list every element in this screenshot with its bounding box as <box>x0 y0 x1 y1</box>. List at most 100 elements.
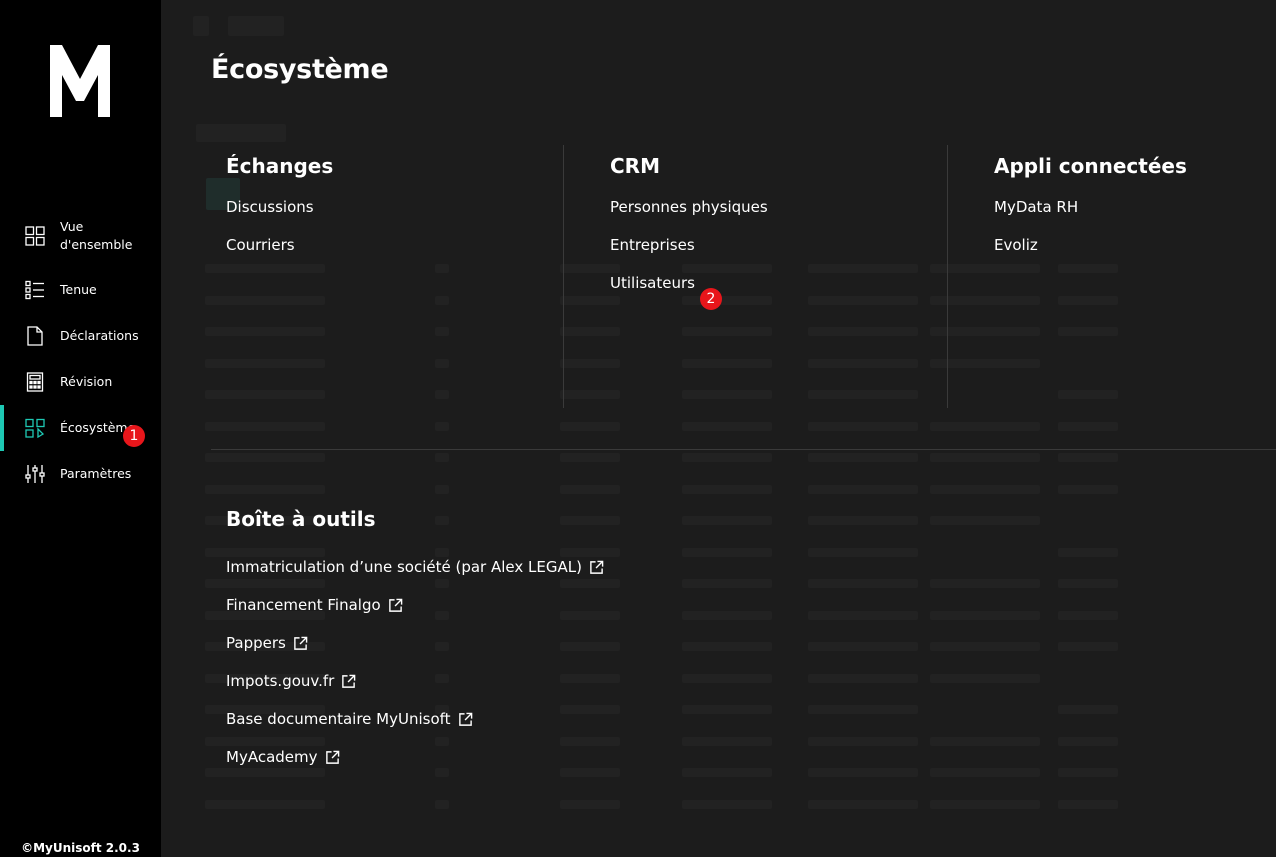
background-table-cell <box>930 736 1040 746</box>
link-entreprises[interactable]: Entreprises <box>610 226 768 264</box>
background-table-cell <box>682 799 772 809</box>
link-utilisateurs[interactable]: Utilisateurs <box>610 264 768 302</box>
toolbox-link[interactable]: MyAcademy <box>226 738 604 776</box>
background-table-cell <box>682 768 772 777</box>
myunisoft-logo[interactable] <box>50 45 110 117</box>
sidebar-item-revision[interactable]: Révision <box>0 362 161 402</box>
background-table-cell <box>808 705 918 714</box>
background-table-cell <box>682 358 772 368</box>
background-table-cell <box>205 358 325 368</box>
toolbox-link-label: Immatriculation d’une société (par Alex … <box>226 558 582 576</box>
step-marker-badge: 1 <box>123 425 145 447</box>
background-table-cell <box>682 673 772 683</box>
sidebar-item-label: Révision <box>60 374 113 389</box>
toolbox-link[interactable]: Impots.gouv.fr <box>226 662 604 700</box>
background-table-cell <box>682 610 772 620</box>
link-mydata-rh[interactable]: MyData RH <box>994 188 1187 226</box>
background-table-cell <box>682 421 772 431</box>
background-table-cell <box>808 673 918 683</box>
background-table-cell <box>808 421 918 431</box>
menu-column-crm: CRM Personnes physiques Entreprises Util… <box>610 150 768 302</box>
sidebar-item-parametres[interactable]: Paramètres <box>0 454 161 494</box>
toolbox-link-label: Pappers <box>226 634 286 652</box>
background-table-cell <box>808 642 918 651</box>
background-table-cell <box>435 390 449 399</box>
background-table-cell <box>560 327 620 336</box>
background-table-cell <box>682 390 772 399</box>
background-table-cell <box>560 358 620 368</box>
background-table-cell <box>682 642 772 651</box>
background-table-cell <box>682 484 772 494</box>
background-table-cell <box>808 264 918 273</box>
background-table-cell <box>205 799 325 809</box>
background-table-cell <box>1058 642 1118 651</box>
background-table-cell <box>205 264 325 273</box>
sidebar-item-overview[interactable]: Vue d'ensemble <box>0 216 161 256</box>
menu-title: Écosystème <box>211 54 389 85</box>
background-table-cell <box>808 799 918 809</box>
background-table-cell <box>930 768 1040 777</box>
background-table-cell <box>682 453 772 462</box>
toolbox-title: Boîte à outils <box>226 507 376 531</box>
background-table-cell <box>682 705 772 714</box>
external-link-icon <box>388 598 402 612</box>
background-table-cell <box>205 484 325 494</box>
background-table-cell <box>1058 421 1118 431</box>
background-table-cell <box>435 295 449 305</box>
background-table-cell <box>682 327 772 336</box>
background-table-cell <box>930 421 1040 431</box>
sidebar-item-tenue[interactable]: Tenue <box>0 270 161 310</box>
background-table-cell <box>1058 705 1118 714</box>
calculator-icon <box>26 372 44 392</box>
toolbox-link-label: Impots.gouv.fr <box>226 672 335 690</box>
background-table-cell <box>205 453 325 462</box>
background-table-cell <box>205 421 325 431</box>
document-icon <box>27 326 43 346</box>
background-table-cell <box>930 453 1040 462</box>
toolbox-link[interactable]: Base documentaire MyUnisoft <box>226 700 604 738</box>
background-table-cell <box>808 579 918 588</box>
menu-column-appli-connectees: Appli connectées MyData RH Evoliz <box>994 150 1187 264</box>
background-table-cell <box>930 799 1040 809</box>
background-table-cell <box>1058 390 1118 399</box>
background-table-cell <box>560 453 620 462</box>
column-title: Appli connectées <box>994 154 1187 178</box>
link-discussions[interactable]: Discussions <box>226 188 333 226</box>
background-table-cell <box>560 484 620 494</box>
background-table-cell <box>435 799 449 809</box>
toolbox-link[interactable]: Immatriculation d’une société (par Alex … <box>226 548 604 586</box>
background-table-cell <box>808 295 918 305</box>
section-divider <box>211 449 1276 450</box>
column-title: Échanges <box>226 154 334 178</box>
external-link-icon <box>458 712 472 726</box>
external-link-icon <box>590 560 604 574</box>
background-table-cell <box>808 516 918 525</box>
background-table-cell <box>930 516 1040 525</box>
external-link-icon <box>294 636 308 650</box>
background-table-cell <box>1058 264 1118 273</box>
sidebar-item-label: Vue d'ensemble <box>60 219 133 252</box>
background-table-cell <box>1058 547 1118 557</box>
background-table-cell <box>808 768 918 777</box>
background-table-cell <box>682 736 772 746</box>
background-table-cell <box>205 327 325 336</box>
background-table-cell <box>1058 327 1118 336</box>
background-table-cell <box>1058 768 1118 777</box>
background-table-cell <box>808 327 918 336</box>
background-table-cell <box>682 547 772 557</box>
background-table-cell <box>682 579 772 588</box>
sidebar-item-label: Paramètres <box>60 466 132 481</box>
link-personnes-physiques[interactable]: Personnes physiques <box>610 188 768 226</box>
background-table-cell <box>930 610 1040 620</box>
link-courriers[interactable]: Courriers <box>226 226 333 264</box>
background-table-cell <box>560 421 620 431</box>
toolbox-link[interactable]: Financement Finalgo <box>226 586 604 624</box>
link-evoliz[interactable]: Evoliz <box>994 226 1187 264</box>
grid-icon <box>25 226 45 246</box>
toolbox-link[interactable]: Pappers <box>226 624 604 662</box>
background-table-cell <box>435 327 449 336</box>
background-table-cell <box>930 673 1040 683</box>
sidebar-item-declarations[interactable]: Déclarations <box>0 316 161 356</box>
toolbox-link-label: Base documentaire MyUnisoft <box>226 710 451 728</box>
column-divider <box>947 145 948 408</box>
